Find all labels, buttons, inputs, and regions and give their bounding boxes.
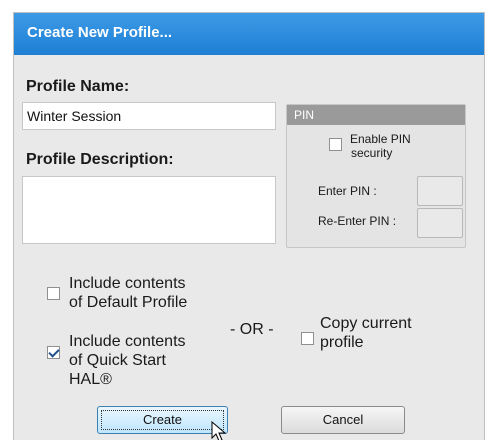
- enter-pin-input[interactable]: [417, 176, 463, 206]
- dialog-title: Create New Profile...: [14, 13, 484, 55]
- copy-current-label: Copy current profile: [320, 315, 412, 351]
- cancel-button-label: Cancel: [322, 412, 364, 427]
- cancel-button[interactable]: Cancel: [281, 406, 405, 434]
- profile-name-input[interactable]: [22, 102, 276, 130]
- profile-description-label: Profile Description:: [26, 151, 174, 168]
- copy-current-checkbox[interactable]: [301, 332, 314, 345]
- profile-description-input[interactable]: [22, 176, 276, 244]
- include-default-label: Include contents of Default Profile: [69, 275, 188, 311]
- create-button[interactable]: Create: [97, 406, 228, 434]
- enter-pin-label: Enter PIN :: [318, 184, 377, 198]
- pin-group-header: PIN: [287, 105, 465, 125]
- profile-name-label: Profile Name:: [26, 78, 130, 95]
- create-button-label: Create: [142, 412, 183, 427]
- enable-pin-label: Enable PIN security: [350, 132, 411, 160]
- mouse-pointer-icon: [211, 421, 227, 440]
- reenter-pin-label: Re-Enter PIN :: [318, 214, 397, 228]
- include-default-checkbox[interactable]: [47, 287, 60, 300]
- enable-pin-checkbox[interactable]: [329, 138, 342, 151]
- or-separator: - OR -: [230, 321, 274, 338]
- include-quickstart-checkbox[interactable]: [47, 346, 60, 359]
- include-quickstart-label: Include contents of Quick Start HAL®: [69, 333, 186, 388]
- reenter-pin-input[interactable]: [417, 208, 463, 238]
